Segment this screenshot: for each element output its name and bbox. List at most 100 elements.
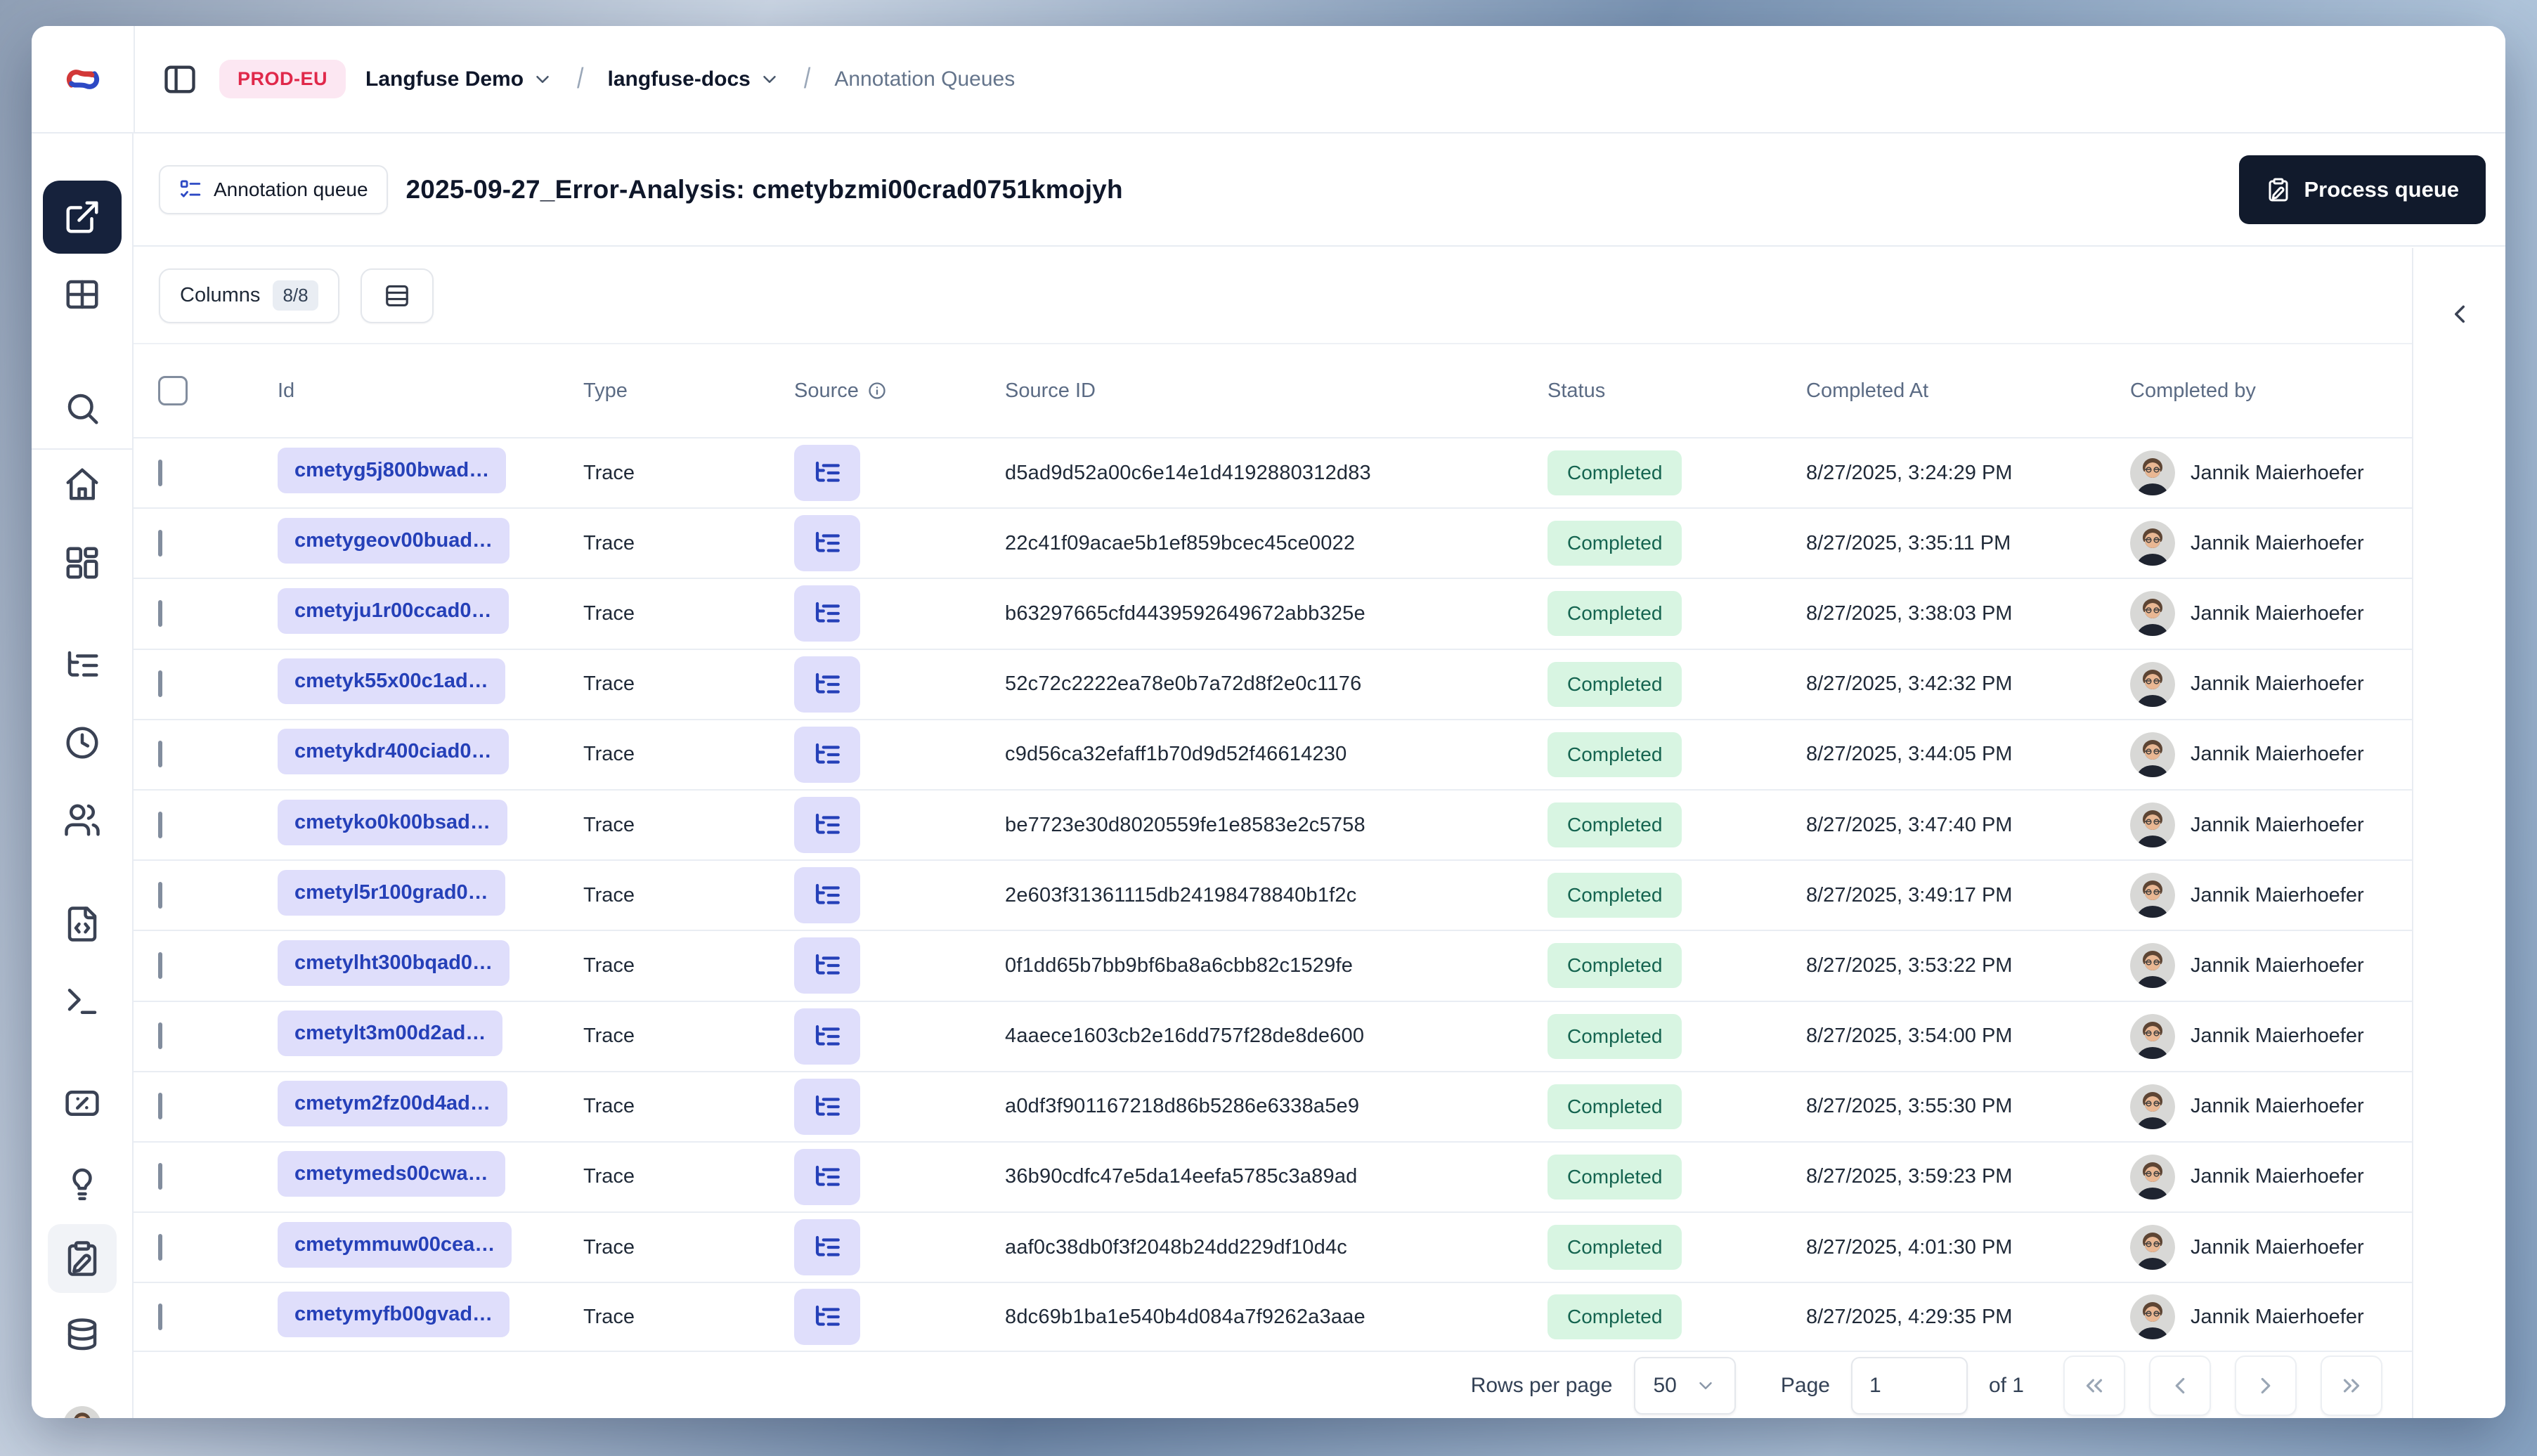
item-id-badge[interactable]: cmetylht300bqad0…	[278, 940, 510, 986]
rows-per-page-select[interactable]: 50	[1633, 1356, 1736, 1415]
item-id-badge[interactable]: cmetym2fz00d4ad…	[278, 1081, 507, 1127]
row-checkbox[interactable]	[158, 459, 162, 486]
sidebar-item-home[interactable]	[63, 465, 101, 503]
expand-panel-button[interactable]	[2437, 292, 2482, 337]
completed-at-value: 8/27/2025, 3:54:00 PM	[1806, 1025, 2013, 1048]
source-trace-button[interactable]	[794, 445, 860, 502]
annotation-queue-type-badge[interactable]: Annotation queue	[159, 164, 388, 214]
app-logo[interactable]	[32, 26, 134, 132]
sidebar-item-prompts[interactable]	[63, 905, 101, 943]
table-row[interactable]: cmetyl5r100grad0… Trace 2e603f31361115db…	[134, 859, 2412, 930]
row-checkbox[interactable]	[158, 1303, 162, 1330]
item-id-badge[interactable]: cmetyk55x00c1ad…	[278, 658, 505, 705]
sidebar-item-tables[interactable]	[63, 275, 101, 313]
item-id-badge[interactable]: cmetyju1r00ccad0…	[278, 587, 509, 634]
row-height-button[interactable]	[360, 268, 434, 323]
column-header-status[interactable]: Status	[1547, 379, 1806, 403]
sidebar-item-datasets[interactable]	[63, 1317, 101, 1355]
breadcrumb: PROD-EU Langfuse Demo / langfuse-docs / …	[134, 26, 2505, 132]
status-badge: Completed	[1547, 1084, 1682, 1129]
source-trace-button[interactable]	[794, 937, 860, 994]
sidebar-item-search[interactable]	[63, 389, 101, 427]
select-all-checkbox[interactable]	[158, 376, 188, 405]
row-checkbox[interactable]	[158, 1022, 162, 1050]
table-row[interactable]: cmetylt3m00d2ad… Trace 4aaece1603cb2e16d…	[134, 1000, 2412, 1071]
table-row[interactable]: cmetykdr400ciad0… Trace c9d56ca32efaff1b…	[134, 718, 2412, 789]
source-trace-button[interactable]	[794, 726, 860, 783]
column-header-completed-by[interactable]: Completed by	[2130, 379, 2412, 403]
source-trace-button[interactable]	[794, 1008, 860, 1065]
table-row[interactable]: cmetyko0k00bsad… Trace be7723e30d8020559…	[134, 788, 2412, 859]
row-checkbox[interactable]	[158, 951, 162, 979]
item-id-badge[interactable]: cmetymmuw00cea…	[278, 1221, 512, 1268]
item-id-badge[interactable]: cmetymeds00cwa…	[278, 1151, 505, 1197]
open-external-button[interactable]	[42, 181, 122, 254]
table-row[interactable]: cmetymeds00cwa… Trace 36b90cdfc47e5da14e…	[134, 1140, 2412, 1211]
clipboard-pen-icon	[63, 1240, 101, 1278]
sidebar-toggle-button[interactable]	[160, 60, 200, 99]
item-id-badge[interactable]: cmetymyfb00gvad…	[278, 1291, 510, 1337]
sidebar-item-scores[interactable]	[63, 1084, 101, 1122]
avatar-photo	[2130, 732, 2175, 777]
item-id-badge[interactable]: cmetykdr400ciad0…	[278, 729, 509, 775]
source-trace-button[interactable]	[794, 515, 860, 572]
sidebar-item-playground[interactable]	[63, 982, 101, 1020]
source-trace-button[interactable]	[794, 1078, 860, 1135]
row-checkbox[interactable]	[158, 881, 162, 909]
table-row[interactable]: cmetymmuw00cea… Trace aaf0c38db0f3f2048b…	[134, 1211, 2412, 1282]
sidebar-item-sessions[interactable]	[63, 724, 101, 762]
source-trace-button[interactable]	[794, 656, 860, 713]
table-row[interactable]: cmetygeov00buad… Trace 22c41f09acae5b1ef…	[134, 507, 2412, 578]
previous-page-button[interactable]	[2149, 1355, 2211, 1416]
columns-button[interactable]: Columns 8/8	[159, 268, 339, 323]
sidebar-divider	[32, 448, 132, 450]
process-queue-button[interactable]: Process queue	[2239, 155, 2486, 224]
column-header-completed-at[interactable]: Completed At	[1806, 379, 2130, 403]
item-id-badge[interactable]: cmetygeov00buad…	[278, 517, 510, 564]
column-header-source[interactable]: Source	[794, 379, 1005, 403]
table-row[interactable]: cmetymyfb00gvad… Trace 8dc69b1ba1e540b4d…	[134, 1282, 2412, 1353]
source-trace-button[interactable]	[794, 585, 860, 642]
source-trace-button[interactable]	[794, 797, 860, 854]
row-checkbox[interactable]	[158, 1163, 162, 1190]
sidebar-item-evaluators[interactable]	[63, 1162, 101, 1200]
sidebar-item-dashboards[interactable]	[63, 544, 101, 582]
column-header-id[interactable]: Id	[278, 379, 583, 403]
table-row[interactable]: cmetyg5j800bwad… Trace d5ad9d52a00c6e14e…	[134, 437, 2412, 507]
breadcrumb-project[interactable]: langfuse-docs	[608, 67, 780, 91]
last-page-button[interactable]	[2321, 1355, 2382, 1416]
source-trace-button[interactable]	[794, 1148, 860, 1205]
item-id-badge[interactable]: cmetylt3m00d2ad…	[278, 1010, 503, 1057]
row-checkbox[interactable]	[158, 670, 162, 698]
row-checkbox[interactable]	[158, 1233, 162, 1261]
item-id-badge[interactable]: cmetyko0k00bsad…	[278, 799, 507, 845]
row-checkbox[interactable]	[158, 741, 162, 768]
row-checkbox[interactable]	[158, 811, 162, 838]
table-row[interactable]: cmetylht300bqad0… Trace 0f1dd65b7bb9bf6b…	[134, 930, 2412, 1000]
first-page-button[interactable]	[2063, 1355, 2125, 1416]
column-header-source-id[interactable]: Source ID	[1005, 379, 1547, 403]
item-id-badge[interactable]: cmetyl5r100grad0…	[278, 869, 505, 916]
table-row[interactable]: cmetyk55x00c1ad… Trace 52c72c2222ea78e0b…	[134, 648, 2412, 719]
page-number-input[interactable]: 1	[1850, 1356, 1968, 1415]
source-trace-button[interactable]	[794, 1219, 860, 1276]
user-avatar[interactable]	[52, 1395, 112, 1418]
row-checkbox[interactable]	[158, 599, 162, 627]
sidebar-item-annotation-queues[interactable]	[47, 1224, 117, 1293]
completed-at-value: 8/27/2025, 3:55:30 PM	[1806, 1095, 2013, 1118]
source-trace-button[interactable]	[794, 867, 860, 924]
breadcrumb-org[interactable]: Langfuse Demo	[365, 67, 553, 91]
item-id-badge[interactable]: cmetyg5j800bwad…	[278, 447, 507, 493]
row-checkbox[interactable]	[158, 1093, 162, 1120]
table-row[interactable]: cmetyju1r00ccad0… Trace b63297665cfd4439…	[134, 578, 2412, 648]
next-page-button[interactable]	[2235, 1355, 2297, 1416]
source-trace-button[interactable]	[794, 1289, 860, 1346]
sidebar-item-users[interactable]	[63, 801, 101, 839]
avatar-photo	[2130, 1084, 2175, 1129]
column-header-type[interactable]: Type	[583, 379, 794, 403]
sidebar-item-tracing[interactable]	[63, 646, 101, 684]
environment-badge[interactable]: PROD-EU	[219, 60, 346, 98]
checklist-icon	[179, 178, 202, 202]
table-row[interactable]: cmetym2fz00d4ad… Trace a0df3f901167218d8…	[134, 1070, 2412, 1141]
row-checkbox[interactable]	[158, 529, 162, 557]
